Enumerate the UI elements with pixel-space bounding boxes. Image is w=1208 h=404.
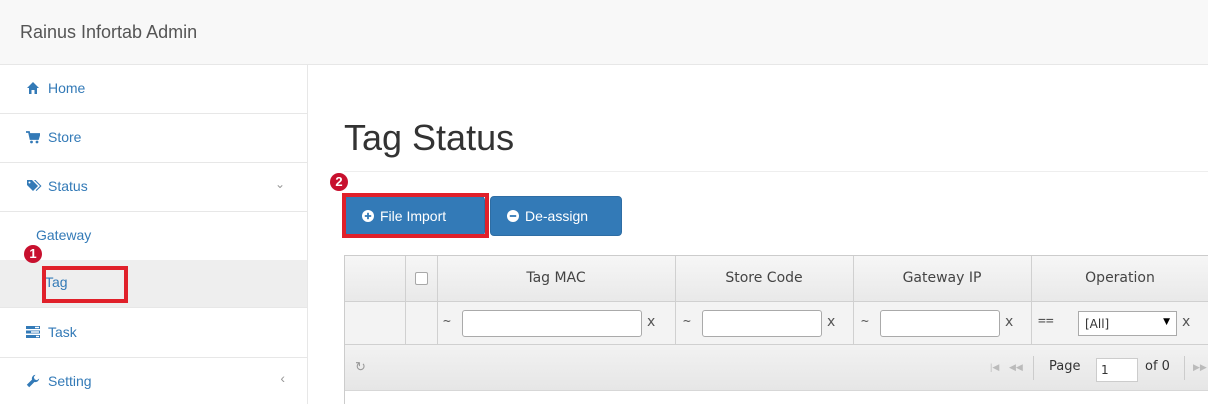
clear-operation-filter[interactable]: x	[1182, 314, 1190, 330]
filter-op-tag-mac[interactable]: ~	[443, 314, 451, 329]
page-title: Tag Status	[344, 117, 515, 158]
column-divider	[405, 256, 406, 345]
sidebar-item-store[interactable]: Store	[0, 114, 307, 163]
step-2-badge: 2	[330, 173, 348, 191]
clear-gateway-ip-filter[interactable]: x	[1005, 314, 1013, 330]
grid-header-row: Tag MAC Store Code Gateway IP Operation	[345, 256, 1208, 302]
column-divider	[675, 256, 676, 345]
sidebar-item-label: Home	[48, 80, 86, 96]
sidebar-item-label: Task	[48, 324, 77, 340]
title-divider	[344, 171, 1208, 172]
first-page-icon[interactable]: |◀	[990, 362, 999, 373]
column-divider	[1031, 256, 1032, 345]
sidebar-item-label: Status	[48, 178, 88, 194]
sidebar-item-status[interactable]: Status ⌄	[0, 163, 307, 212]
shopping-cart-icon	[26, 131, 40, 144]
dropdown-arrow-icon: ▼	[1163, 317, 1170, 327]
column-header-gateway-ip[interactable]: Gateway IP	[853, 270, 1031, 286]
tag-highlight-box	[42, 266, 128, 303]
app-brand[interactable]: Rainus Infortab Admin	[20, 22, 197, 43]
chevron-left-icon: ‹	[280, 370, 285, 386]
minus-circle-icon	[507, 210, 519, 222]
chevron-down-icon: ⌄	[274, 177, 285, 191]
operation-selected-value: [All]	[1085, 317, 1110, 331]
top-navbar: Rainus Infortab Admin	[0, 0, 1208, 65]
prev-page-icon[interactable]: ◀◀	[1009, 362, 1023, 373]
filter-tag-mac-input[interactable]	[462, 310, 642, 337]
next-page-icon[interactable]: ▶▶	[1193, 362, 1207, 373]
de-assign-label: De-assign	[525, 208, 589, 224]
page-count: of 0	[1145, 359, 1170, 374]
page-number-input[interactable]: 1	[1096, 358, 1138, 382]
grid-pager: ↻ |◀ ◀◀ Page 1 of 0 ▶▶	[345, 345, 1208, 404]
filter-op-store-code[interactable]: ~	[683, 314, 691, 329]
de-assign-button[interactable]: De-assign	[490, 196, 622, 236]
sidebar-item-label: Gateway	[36, 227, 92, 243]
refresh-icon[interactable]: ↻	[355, 359, 366, 375]
sidebar-item-setting[interactable]: Setting ‹	[0, 358, 307, 404]
column-divider	[853, 256, 854, 345]
grid-filter-row: ~ x ~ x ~ x == [All] ▼ x	[345, 302, 1208, 345]
clear-tag-mac-filter[interactable]: x	[647, 314, 655, 330]
filter-op-operation[interactable]: ==	[1038, 314, 1054, 329]
operation-filter-select[interactable]: [All] ▼	[1078, 311, 1177, 336]
filter-gateway-ip-input[interactable]	[880, 310, 1000, 337]
filter-store-code-input[interactable]	[702, 310, 822, 337]
sidebar-item-label: Store	[48, 129, 82, 145]
sidebar-item-gateway[interactable]: Gateway	[0, 212, 307, 260]
wrench-icon	[26, 374, 40, 388]
sidebar-item-home[interactable]: Home	[0, 65, 307, 114]
column-divider	[437, 256, 438, 345]
tasks-icon	[26, 326, 40, 338]
sidebar: Home Store Status ⌄ Gateway Tag Task Set…	[0, 65, 308, 404]
column-header-store-code[interactable]: Store Code	[675, 270, 853, 286]
pager-divider	[1033, 356, 1034, 380]
pager-divider	[1184, 356, 1185, 380]
sidebar-item-task[interactable]: Task	[0, 309, 307, 358]
step-1-badge: 1	[24, 245, 42, 263]
filter-op-gateway-ip[interactable]: ~	[861, 314, 869, 329]
column-header-operation[interactable]: Operation	[1031, 270, 1208, 286]
tag-status-grid: Tag MAC Store Code Gateway IP Operation …	[344, 255, 1208, 404]
sidebar-item-label: Setting	[48, 373, 92, 389]
column-header-tag-mac[interactable]: Tag MAC	[437, 270, 675, 286]
select-all-checkbox[interactable]	[415, 272, 428, 285]
clear-store-code-filter[interactable]: x	[827, 314, 835, 330]
page-label: Page	[1049, 359, 1081, 374]
file-import-highlight-box	[342, 193, 489, 238]
tags-icon	[27, 180, 42, 191]
pager-bar: ↻ |◀ ◀◀ Page 1 of 0 ▶▶	[345, 345, 1208, 391]
home-icon	[27, 82, 39, 94]
